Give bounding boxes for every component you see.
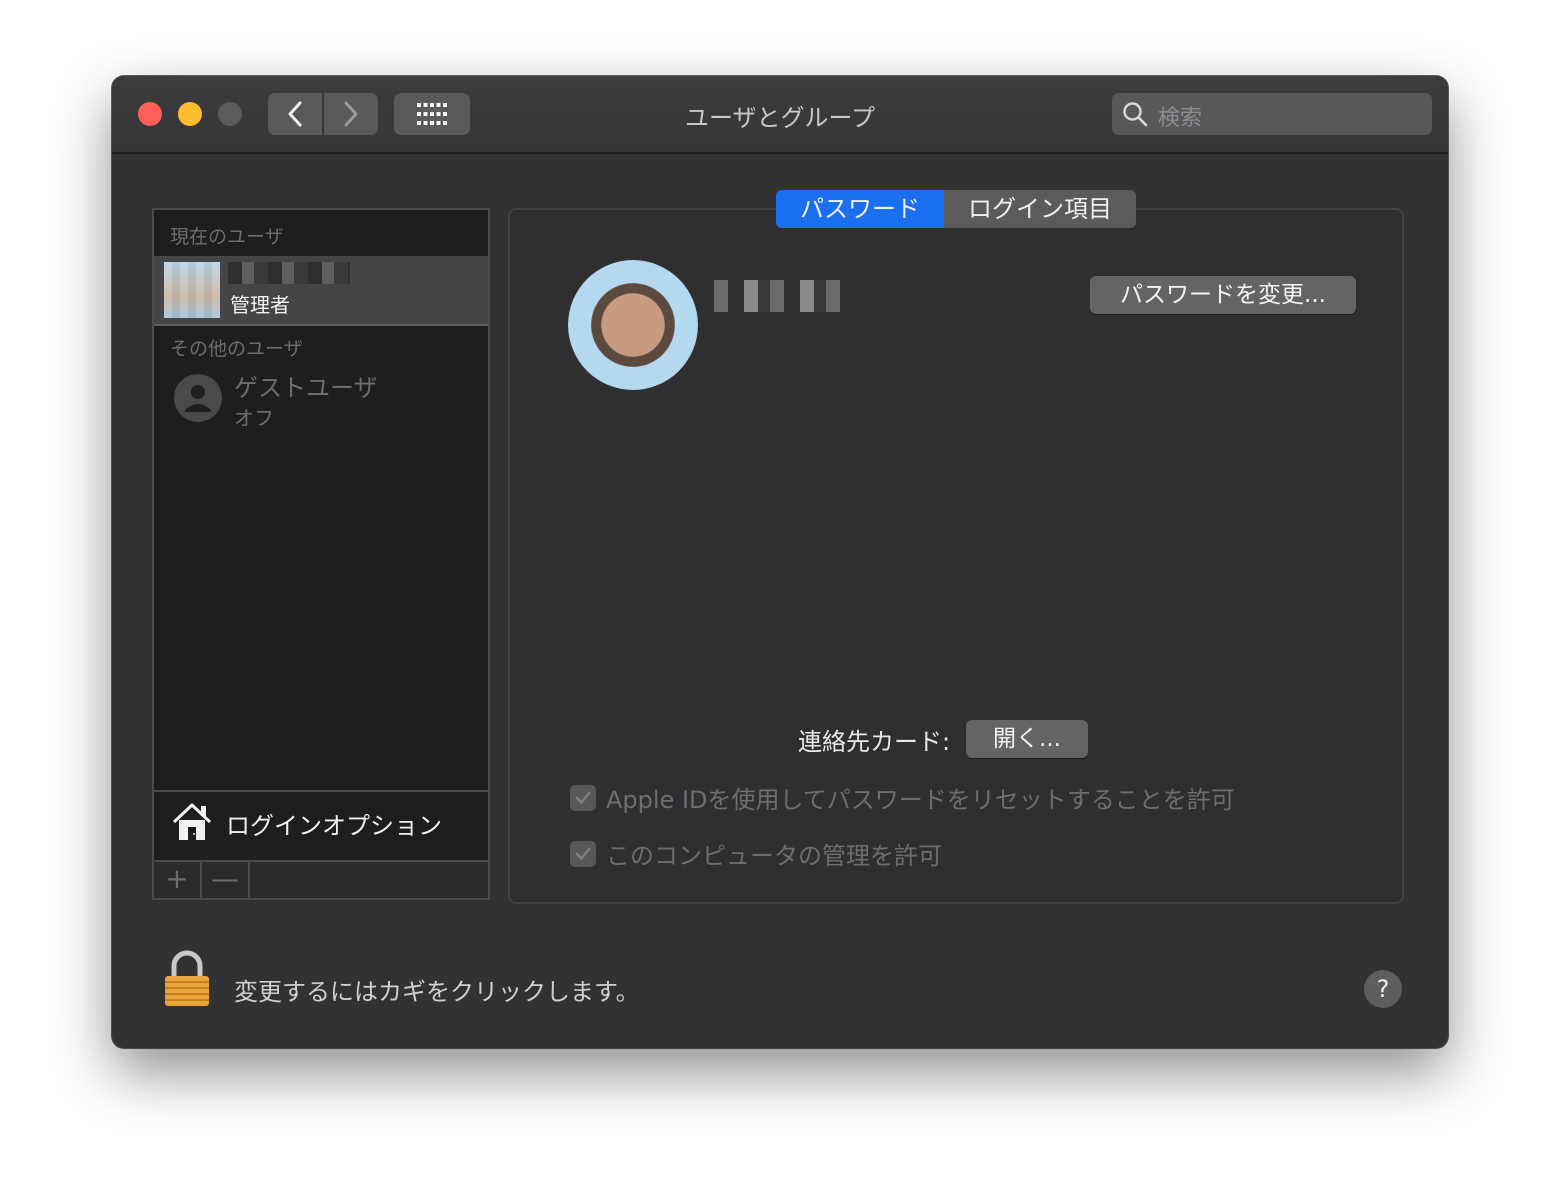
lock-message: 変更するにはカギをクリックします。 — [234, 978, 640, 1006]
admin-option: このコンピュータの管理を許可 — [570, 836, 942, 871]
help-icon: ? — [1376, 975, 1390, 1003]
guest-user-name[interactable]: ゲストユーザ — [234, 368, 378, 403]
person-icon — [185, 385, 211, 412]
admin-checkbox[interactable] — [570, 840, 596, 867]
search-field[interactable]: 検索 — [1112, 93, 1432, 135]
search-placeholder: 検索 — [1158, 106, 1203, 131]
appleid-reset-label: Apple IDを使用してパスワードをリセットすることを許可 — [606, 786, 1235, 814]
change-password-button[interactable]: パスワードを変更... — [1090, 276, 1356, 314]
checkmark-icon — [575, 847, 591, 860]
tab-bar: パスワード ログイン項目 — [776, 190, 1136, 228]
remove-user-button[interactable]: — — [202, 862, 250, 898]
current-users-header: 現在のユーザ — [170, 226, 284, 248]
user-role: 管理者 — [230, 293, 290, 317]
help-button[interactable]: ? — [1364, 970, 1402, 1008]
add-user-button[interactable]: + — [154, 862, 202, 898]
profile-picture[interactable] — [568, 260, 698, 390]
login-options-item[interactable]: ログインオプション — [154, 790, 488, 860]
login-options-label: ログインオプション — [226, 812, 442, 840]
search-icon — [1123, 102, 1148, 127]
guest-user-status: オフ — [234, 406, 274, 430]
appleid-reset-option: Apple IDを使用してパスワードをリセットすることを許可 — [570, 780, 1235, 815]
house-icon — [172, 803, 212, 840]
full-name-redacted — [714, 280, 850, 312]
titlebar: ユーザとグループ 検索 — [112, 76, 1448, 154]
tab-password[interactable]: パスワード — [776, 190, 944, 228]
admin-label: このコンピュータの管理を許可 — [606, 842, 942, 870]
user-list: 現在のユーザ 管理者 その他のユーザ ゲストユーザ オフ ログインオプション +… — [152, 208, 490, 900]
lock-icon[interactable] — [162, 950, 212, 1010]
checkmark-icon — [575, 791, 591, 804]
other-users-header: その他のユーザ — [170, 338, 303, 360]
appleid-reset-checkbox[interactable] — [570, 784, 596, 811]
contact-card-label: 連絡先カード: — [798, 728, 951, 756]
guest-avatar — [174, 374, 222, 422]
user-avatar — [164, 262, 220, 318]
user-name-redacted — [228, 262, 350, 284]
tab-login-items[interactable]: ログイン項目 — [944, 190, 1136, 228]
current-user-row[interactable]: 管理者 — [154, 256, 488, 326]
preferences-window: ユーザとグループ 検索 現在のユーザ 管理者 その他のユーザ ゲストユーザ オフ — [112, 76, 1448, 1048]
open-contact-button[interactable]: 開く... — [966, 720, 1088, 758]
user-list-toolbar: + — — [154, 860, 488, 898]
